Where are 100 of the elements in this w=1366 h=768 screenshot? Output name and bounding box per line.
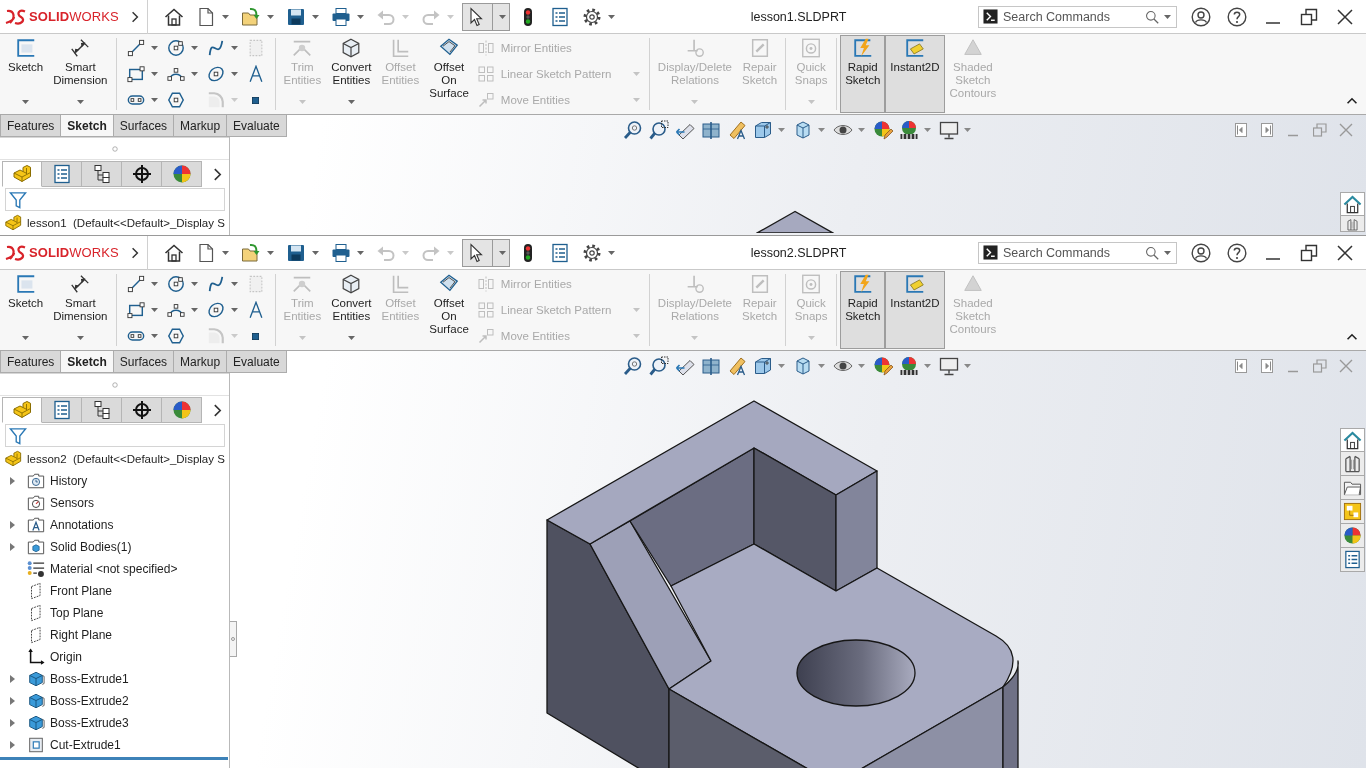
zoom-area-icon[interactable] [649, 120, 669, 140]
chevron-up-icon[interactable] [1346, 333, 1358, 341]
help-icon[interactable] [1227, 242, 1247, 263]
restore-icon[interactable] [1299, 242, 1319, 263]
ribbon-button[interactable]: Sketch [3, 35, 49, 113]
user-icon[interactable] [1191, 6, 1211, 27]
color-ball-icon[interactable] [873, 120, 893, 140]
search-input[interactable]: Search Commands [1003, 245, 1140, 260]
tile-left-icon[interactable] [1235, 359, 1249, 373]
task-pane-tab[interactable] [1340, 476, 1365, 500]
tree-item[interactable]: Boss-Extrude3 [0, 712, 129, 734]
drag-handle-icon[interactable] [111, 381, 118, 388]
task-pane-tab[interactable] [1340, 452, 1365, 476]
caret-icon[interactable] [858, 128, 865, 132]
expand-arrow-icon[interactable] [9, 719, 15, 727]
view-cube-icon[interactable] [753, 120, 773, 140]
tree-item[interactable]: Top Plane [0, 602, 104, 624]
feature-tree-tab[interactable] [2, 161, 42, 187]
caret-icon[interactable] [778, 128, 785, 132]
chevron-right-icon[interactable] [131, 246, 139, 259]
select-button[interactable] [462, 238, 510, 267]
caret-icon[interactable] [964, 364, 971, 368]
task-pane-tab[interactable] [1340, 524, 1365, 548]
expand-arrow-icon[interactable] [9, 477, 15, 485]
feature-tree-tab[interactable] [2, 397, 42, 423]
ribbon-button[interactable]: Sketch [3, 271, 49, 349]
chevron-up-icon[interactable] [1346, 97, 1358, 105]
ribbon-button[interactable]: Convert Entities [326, 271, 377, 349]
task-pane-tab[interactable] [1340, 192, 1365, 216]
ribbon-button[interactable]: Offset On Surface [424, 35, 474, 113]
task-pane-tab[interactable] [1340, 548, 1365, 572]
command-tab[interactable]: Sketch [61, 115, 114, 137]
tile-right-icon[interactable] [1261, 359, 1275, 373]
configuration-tab[interactable] [82, 161, 122, 187]
ribbon-button[interactable]: Convert Entities [326, 35, 377, 113]
expand-arrow-icon[interactable] [9, 675, 15, 683]
caret-icon[interactable] [818, 128, 825, 132]
tree-item[interactable]: Material <not specified> [0, 558, 178, 580]
tree-item[interactable]: Cut-Extrude1 [0, 734, 121, 756]
command-tab[interactable]: Features [0, 351, 62, 373]
ribbon-button[interactable]: Offset On Surface [424, 271, 474, 349]
drag-handle-icon[interactable] [111, 145, 118, 152]
zoom-to-fit-icon[interactable] [623, 120, 643, 140]
ribbon-button[interactable]: Rapid Sketch [840, 271, 886, 349]
select-button[interactable] [462, 2, 510, 31]
tree-item[interactable]: Solid Bodies(1) [0, 536, 132, 558]
view-cube-icon[interactable] [753, 356, 773, 376]
expand-arrow-icon[interactable] [9, 543, 15, 551]
command-tab[interactable]: Sketch [61, 351, 114, 373]
annotation-view-icon[interactable] [727, 356, 747, 376]
expand-arrow-icon[interactable] [9, 697, 15, 705]
property-tab[interactable] [42, 161, 82, 187]
dimxpert-tab[interactable] [122, 397, 162, 423]
configuration-tab[interactable] [82, 397, 122, 423]
tree-item[interactable]: lesson2 (Default<<Default>_Display S [0, 448, 225, 470]
ribbon-button[interactable]: Rapid Sketch [840, 35, 886, 113]
chevron-right-icon[interactable] [131, 10, 139, 23]
command-tab[interactable]: Surfaces [113, 351, 175, 373]
caret-icon[interactable] [778, 364, 785, 368]
monitor-icon[interactable] [939, 120, 959, 140]
dimxpert-tab[interactable] [122, 161, 162, 187]
chevron-right-icon[interactable] [213, 403, 222, 417]
close-icon[interactable] [1335, 6, 1355, 27]
tree-item[interactable]: History [0, 470, 88, 492]
search-box[interactable]: Search Commands [978, 5, 1177, 28]
ribbon-button[interactable]: Smart Dimension [48, 271, 113, 349]
tree-item[interactable]: Annotations [0, 514, 114, 536]
expand-arrow-icon[interactable] [9, 741, 15, 749]
search-input[interactable]: Search Commands [1003, 9, 1140, 24]
close-icon[interactable] [1335, 242, 1355, 263]
ribbon-button[interactable]: Smart Dimension [48, 35, 113, 113]
display-tab[interactable] [162, 161, 202, 187]
task-pane-tab[interactable] [1340, 428, 1365, 452]
caret-icon[interactable] [964, 128, 971, 132]
display-tab[interactable] [162, 397, 202, 423]
caret-icon[interactable] [924, 364, 931, 368]
annotation-view-icon[interactable] [727, 120, 747, 140]
splitter-handle[interactable] [230, 621, 237, 657]
command-tab[interactable]: Features [0, 115, 62, 137]
tree-item[interactable]: Boss-Extrude1 [0, 668, 129, 690]
caret-icon[interactable] [858, 364, 865, 368]
tile-right-icon[interactable] [1261, 123, 1275, 137]
user-icon[interactable] [1191, 242, 1211, 263]
scene-icon[interactable] [899, 120, 919, 140]
scene-icon[interactable] [899, 356, 919, 376]
caret-icon[interactable] [924, 128, 931, 132]
color-ball-icon[interactable] [873, 356, 893, 376]
monitor-icon[interactable] [939, 356, 959, 376]
restore-icon[interactable] [1299, 6, 1319, 27]
chevron-right-icon[interactable] [213, 167, 222, 181]
tree-item[interactable]: Right Plane [0, 624, 113, 646]
section-view-icon[interactable] [701, 356, 721, 376]
zoom-to-fit-icon[interactable] [623, 356, 643, 376]
zoom-area-icon[interactable] [649, 356, 669, 376]
tree-item[interactable]: lesson1 (Default<<Default>_Display S [0, 212, 225, 234]
command-tab[interactable]: Evaluate [227, 115, 287, 137]
command-tab[interactable]: Markup [174, 351, 228, 373]
section-view-icon[interactable] [701, 120, 721, 140]
property-tab[interactable] [42, 397, 82, 423]
caret-icon[interactable] [818, 364, 825, 368]
